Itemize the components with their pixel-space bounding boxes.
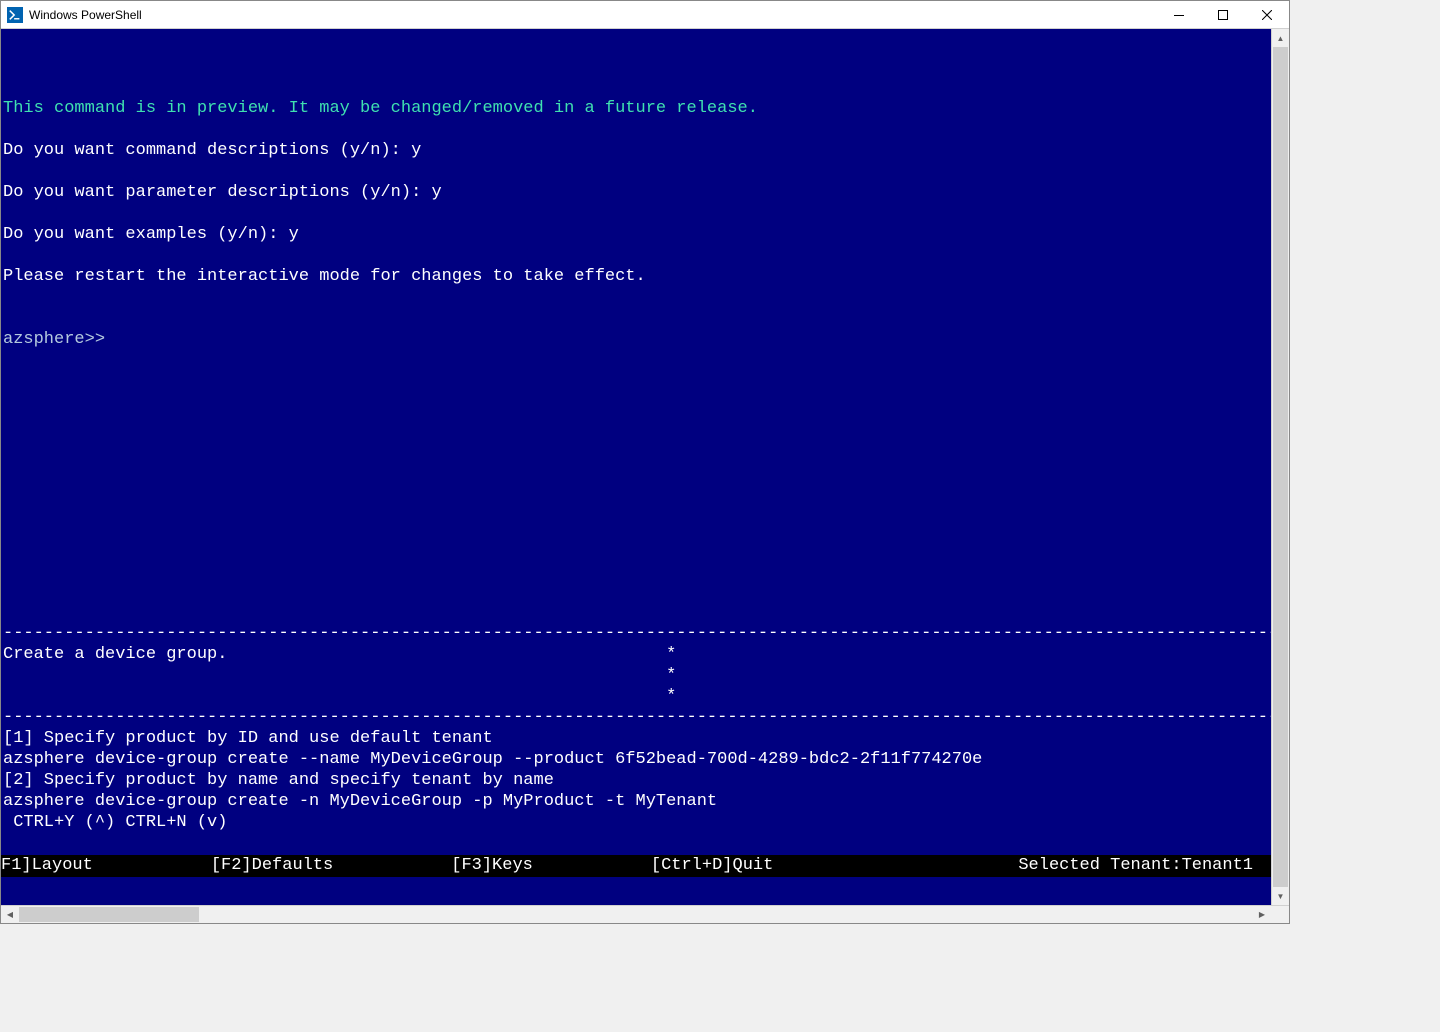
status-bar: F1]Layout [F2]Defaults [F3]Keys [Ctrl+D]… — [1, 855, 1271, 877]
example1-label: [1] Specify product by ID and use defaul… — [3, 729, 493, 748]
example1-cmd: azsphere device-group create --name MyDe… — [3, 750, 982, 769]
scroll-down-icon[interactable]: ▼ — [1272, 887, 1289, 905]
titlebar: Windows PowerShell — [1, 1, 1289, 29]
status-tenant: Selected Tenant:Tenant1 — [1018, 855, 1253, 877]
status-f3[interactable]: [F3]Keys — [451, 855, 533, 877]
prompt-examples: Do you want examples (y/n): y — [3, 225, 299, 244]
prompt-cmd-desc: Do you want command descriptions (y/n): … — [3, 141, 421, 160]
nav-hint: CTRL+Y (^) CTRL+N (v) — [3, 813, 227, 832]
minimize-button[interactable] — [1157, 1, 1201, 29]
vscroll-track[interactable] — [1272, 47, 1289, 887]
status-f1[interactable]: F1]Layout — [1, 855, 93, 877]
window-title: Windows PowerShell — [29, 8, 142, 22]
terminal-content: This command is in preview. It may be ch… — [1, 71, 1271, 875]
status-f2[interactable]: [F2]Defaults — [211, 855, 333, 877]
terminal[interactable]: This command is in preview. It may be ch… — [1, 29, 1271, 905]
powershell-window: Windows PowerShell This command is in pr… — [0, 0, 1290, 924]
maximize-button[interactable] — [1201, 1, 1245, 29]
terminal-blank — [1, 877, 1271, 905]
help-title: Create a device group. — [3, 645, 227, 664]
star-icon: * — [666, 666, 676, 685]
powershell-icon — [7, 7, 23, 23]
client-area: This command is in preview. It may be ch… — [1, 29, 1289, 905]
vscroll-thumb[interactable] — [1273, 47, 1288, 887]
hscroll-thumb[interactable] — [19, 907, 199, 922]
vertical-scrollbar[interactable]: ▲ ▼ — [1271, 29, 1289, 905]
example2-label: [2] Specify product by name and specify … — [3, 771, 554, 790]
dash-line: ----------------------------------------… — [3, 708, 1271, 727]
horizontal-scrollbar[interactable]: ◀ ▶ — [1, 905, 1289, 923]
restart-msg: Please restart the interactive mode for … — [3, 267, 646, 286]
dash-line: ----------------------------------------… — [3, 624, 1271, 643]
close-button[interactable] — [1245, 1, 1289, 29]
hscroll-track[interactable] — [19, 906, 1253, 923]
scroll-left-icon[interactable]: ◀ — [1, 906, 19, 923]
shell-prompt: azsphere>> — [3, 330, 105, 349]
status-quit[interactable]: [Ctrl+D]Quit — [651, 855, 773, 877]
example2-cmd: azsphere device-group create -n MyDevice… — [3, 792, 717, 811]
star-icon: * — [666, 645, 676, 664]
prompt-param-desc: Do you want parameter descriptions (y/n)… — [3, 183, 442, 202]
preview-warning: This command is in preview. It may be ch… — [3, 99, 758, 118]
scroll-right-icon[interactable]: ▶ — [1253, 906, 1271, 923]
star-icon: * — [666, 687, 676, 706]
scroll-corner — [1271, 906, 1289, 923]
scroll-up-icon[interactable]: ▲ — [1272, 29, 1289, 47]
